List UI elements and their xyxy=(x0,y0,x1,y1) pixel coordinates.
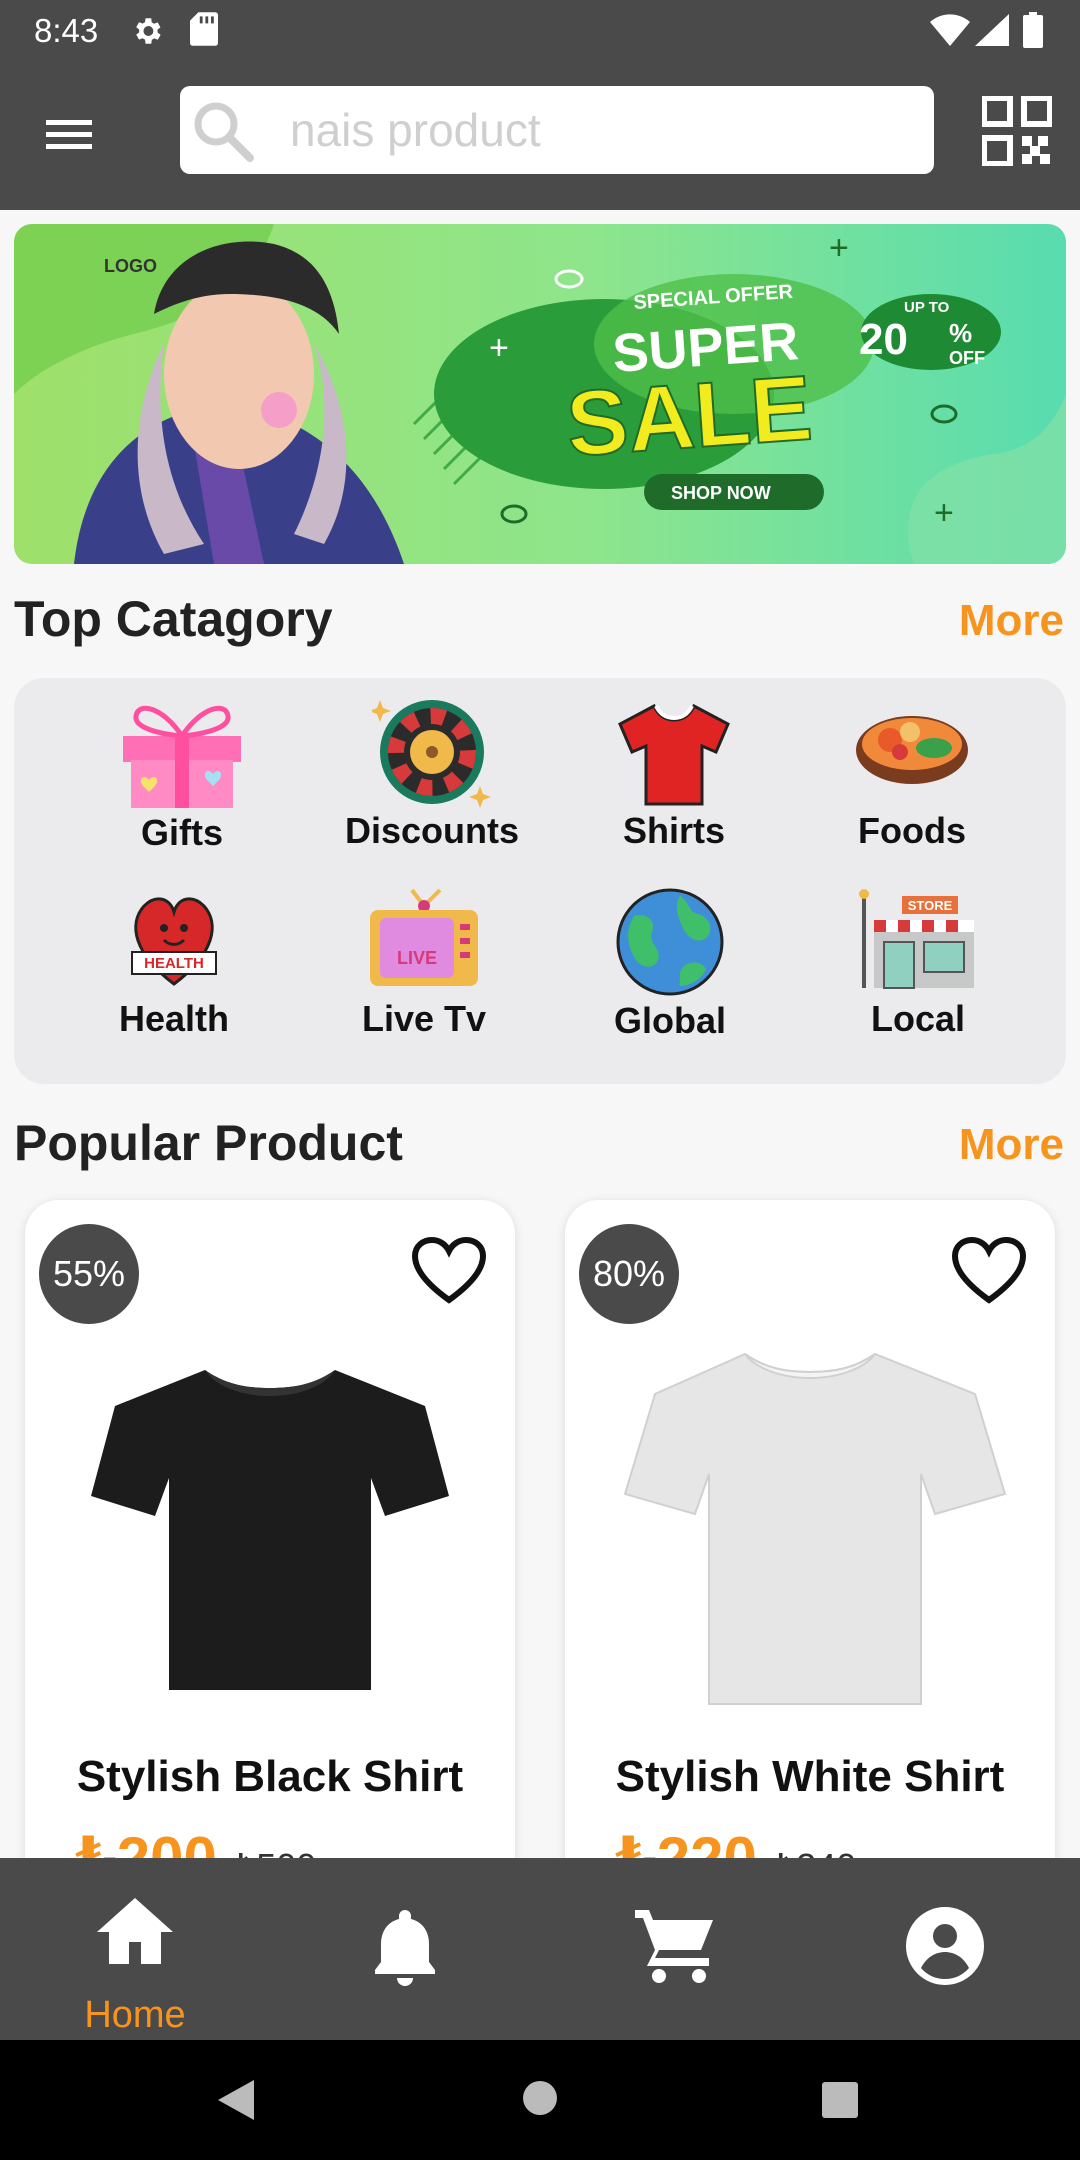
category-discounts[interactable]: Discounts xyxy=(322,696,542,852)
menu-icon[interactable] xyxy=(42,112,96,156)
cart-icon xyxy=(635,1910,713,1983)
nav-cart[interactable] xyxy=(540,1858,810,2040)
black-shirt-image xyxy=(91,1370,449,1690)
heart-icon[interactable] xyxy=(951,1236,1027,1304)
category-global[interactable]: Global xyxy=(560,886,780,1042)
product-card[interactable]: 55% Stylish Black Shirt ₺200 ₺500 xyxy=(25,1200,515,1900)
search-icon xyxy=(194,102,254,162)
gear-icon xyxy=(136,18,161,44)
recents-icon[interactable] xyxy=(822,2082,858,2118)
top-category-more-link[interactable]: More xyxy=(959,596,1064,646)
nav-home[interactable]: Home xyxy=(0,1858,270,2040)
battery-icon xyxy=(1023,12,1043,48)
popular-product-more-link[interactable]: More xyxy=(959,1120,1064,1170)
category-label-local: Local xyxy=(870,998,966,1039)
system-nav xyxy=(0,2040,1080,2160)
home-icon xyxy=(97,1898,173,1964)
globe-icon xyxy=(616,888,724,996)
bottom-nav: Home xyxy=(0,1858,1080,2040)
heart-health-icon: HEALTH xyxy=(131,897,217,986)
banner-percent-sign: % xyxy=(949,318,972,348)
category-label-gifts: Gifts xyxy=(140,812,223,853)
category-live-tv[interactable]: LIVE Live Tv xyxy=(314,884,534,1040)
product-card[interactable]: 80% Stylish White Shirt ₺220 ₺340 xyxy=(565,1200,1055,1900)
back-icon[interactable] xyxy=(216,2078,256,2122)
category-label-foods: Foods xyxy=(858,810,966,851)
top-category-title: Top Catagory xyxy=(14,591,333,647)
bell-icon xyxy=(375,1910,435,1986)
store-icon-text: STORE xyxy=(908,898,953,913)
white-shirt-image xyxy=(623,1352,1007,1705)
category-label-health: Health xyxy=(118,998,230,1039)
banner-percent: 20 xyxy=(859,315,908,364)
nav-notifications[interactable] xyxy=(270,1858,540,2040)
category-health[interactable]: HEALTH Health xyxy=(64,884,284,1040)
svg-text:+: + xyxy=(829,229,849,267)
category-foods[interactable]: Foods xyxy=(802,700,1022,852)
promo-banner[interactable]: LOGO + + + SPECIAL OFFER SUPER SALE UP T… xyxy=(14,224,1066,564)
svg-text:+: + xyxy=(489,329,509,367)
banner-shop-now[interactable]: SHOP NOW xyxy=(671,483,771,503)
category-label-discounts: Discounts xyxy=(344,810,520,851)
product-name: Stylish White Shirt xyxy=(615,1752,1005,1801)
category-local[interactable]: STORE Local xyxy=(808,884,1028,1040)
banner-artwork: LOGO + + + SPECIAL OFFER SUPER SALE UP T… xyxy=(14,224,1066,564)
qr-code-icon[interactable] xyxy=(982,96,1052,166)
home-circle-icon[interactable] xyxy=(522,2080,558,2116)
status-bar: 8:43 xyxy=(0,0,1080,60)
discount-badge: 55% xyxy=(39,1224,139,1324)
heart-icon[interactable] xyxy=(411,1236,487,1304)
shirt-icon xyxy=(618,703,730,806)
banner-headline-bottom: SALE xyxy=(563,357,815,476)
gift-icon xyxy=(123,705,241,808)
category-panel: Gifts Discounts Shirts Foods HEALTH Heal… xyxy=(14,678,1066,1084)
app-bar xyxy=(0,60,1080,210)
food-bowl-icon xyxy=(856,716,968,784)
nav-home-label: Home xyxy=(84,1994,186,2036)
popular-product-title: Popular Product xyxy=(14,1115,403,1171)
live-icon-text: LIVE xyxy=(397,948,437,968)
category-label-global: Global xyxy=(613,1000,726,1041)
health-icon-text: HEALTH xyxy=(144,955,204,972)
banner-logo-text: LOGO xyxy=(104,256,157,276)
banner-off: OFF xyxy=(949,348,985,368)
nav-account[interactable] xyxy=(810,1858,1080,2040)
category-shirts[interactable]: Shirts xyxy=(564,700,784,852)
account-icon xyxy=(906,1907,984,1985)
wifi-icon xyxy=(930,14,970,46)
category-label-live-tv: Live Tv xyxy=(361,998,487,1039)
category-label-shirts: Shirts xyxy=(622,810,726,851)
category-gifts[interactable]: Gifts xyxy=(72,698,292,854)
search-box[interactable] xyxy=(180,86,934,174)
tv-icon: LIVE xyxy=(370,888,478,986)
search-input[interactable] xyxy=(290,86,910,174)
roulette-icon xyxy=(372,700,491,808)
banner-upto: UP TO xyxy=(904,299,950,316)
status-time: 8:43 xyxy=(34,12,99,49)
product-name: Stylish Black Shirt xyxy=(76,1752,464,1801)
discount-badge: 80% xyxy=(579,1224,679,1324)
svg-text:+: + xyxy=(934,494,954,532)
sd-card-icon xyxy=(190,12,218,46)
signal-icon xyxy=(975,14,1009,46)
store-icon: STORE xyxy=(859,889,974,989)
